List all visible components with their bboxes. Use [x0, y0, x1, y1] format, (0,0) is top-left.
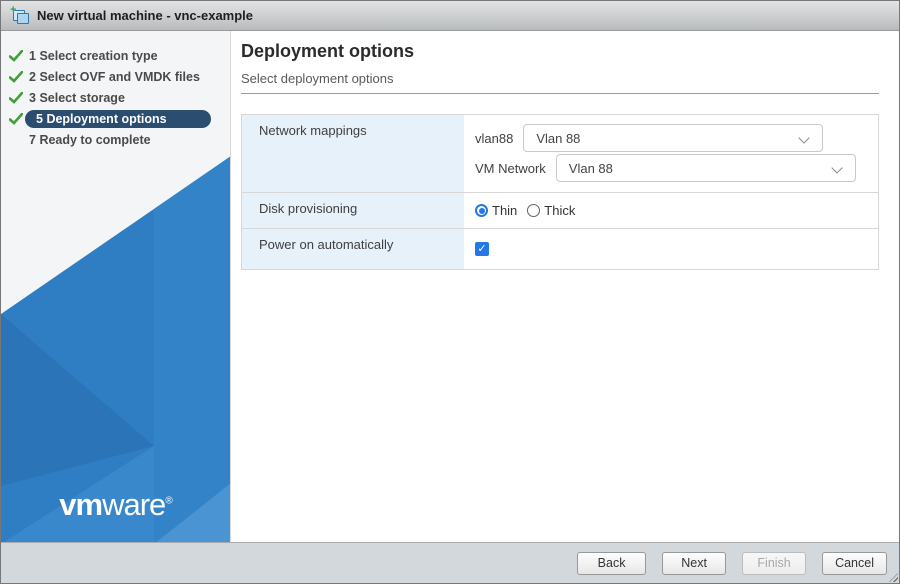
check-icon: [9, 70, 23, 83]
titlebar: + New virtual machine - vnc-example: [1, 1, 899, 31]
deployment-options-table: Network mappings vlan88 Vlan 88 VM Netwo…: [241, 114, 879, 270]
divider: [241, 93, 879, 94]
power-on-value: ✓: [464, 229, 878, 269]
network-mappings-row: Network mappings vlan88 Vlan 88 VM Netwo…: [242, 115, 878, 193]
step-label: 7 Ready to complete: [29, 132, 151, 147]
power-on-checkbox-checked[interactable]: ✓: [475, 242, 489, 256]
page-subtitle: Select deployment options: [241, 71, 394, 86]
disk-provisioning-options: Thin Thick: [475, 193, 878, 228]
step-select-creation-type[interactable]: 1 Select creation type: [1, 45, 230, 66]
selected-value: Vlan 88: [536, 130, 581, 146]
new-vm-wizard-window: + New virtual machine - vnc-example 1 Se…: [0, 0, 900, 584]
wizard-sidebar: 1 Select creation type 2 Select OVF and …: [1, 31, 231, 542]
network-mappings-value: vlan88 Vlan 88 VM Network Vlan 88: [464, 115, 878, 192]
selected-value: Vlan 88: [568, 160, 613, 176]
network-mapping-select-vlan88[interactable]: Vlan 88: [523, 124, 824, 152]
thin-radio-selected[interactable]: [475, 204, 488, 217]
step-deployment-options-active[interactable]: 5 Deployment options: [1, 108, 230, 129]
check-icon: [9, 49, 23, 62]
thick-radio-label[interactable]: Thick: [544, 203, 575, 218]
step-label: 3 Select storage: [29, 90, 125, 105]
step-ready-to-complete[interactable]: 7 Ready to complete: [1, 129, 230, 150]
window-title: New virtual machine - vnc-example: [37, 8, 254, 23]
mapping-source-label: VM Network: [475, 160, 546, 176]
thick-radio[interactable]: [527, 204, 541, 217]
chevron-down-icon: [798, 132, 810, 144]
power-on-row: Power on automatically ✓: [242, 229, 878, 269]
finish-button[interactable]: Finish: [742, 551, 807, 575]
network-mapping-select-vm-network[interactable]: Vlan 88: [555, 154, 856, 182]
mapping-row-vlan88: vlan88 Vlan 88: [475, 124, 878, 152]
wizard-steps: 1 Select creation type 2 Select OVF and …: [1, 45, 230, 150]
network-mappings-label: Network mappings: [242, 115, 464, 192]
check-icon: [9, 91, 23, 104]
power-on-label: Power on automatically: [242, 229, 464, 269]
vmware-logo: vmware®: [59, 487, 173, 522]
next-button[interactable]: Next: [662, 551, 727, 575]
wizard-footer: Back Next Finish Cancel: [1, 542, 899, 583]
mapping-source-label: vlan88: [475, 130, 514, 146]
step-label: 1 Select creation type: [29, 48, 158, 63]
chevron-down-icon: [831, 162, 843, 174]
new-vm-icon: +: [10, 5, 29, 24]
step-label-active: 5 Deployment options: [25, 109, 211, 128]
disk-provisioning-value: Thin Thick: [464, 193, 878, 228]
step-select-storage[interactable]: 3 Select storage: [1, 87, 230, 108]
disk-provisioning-label: Disk provisioning: [242, 193, 464, 228]
step-select-ovf-vmdk[interactable]: 2 Select OVF and VMDK files: [1, 66, 230, 87]
page-title: Deployment options: [241, 41, 415, 61]
cancel-button[interactable]: Cancel: [822, 551, 887, 575]
wizard-content: Deployment options Select deployment opt…: [231, 31, 899, 542]
thin-radio-label[interactable]: Thin: [492, 203, 517, 218]
mapping-row-vm-network: VM Network Vlan 88: [475, 154, 878, 182]
check-icon: [9, 112, 23, 125]
back-button[interactable]: Back: [577, 551, 647, 575]
step-label: 2 Select OVF and VMDK files: [29, 69, 200, 84]
disk-provisioning-row: Disk provisioning Thin Thick: [242, 193, 878, 229]
